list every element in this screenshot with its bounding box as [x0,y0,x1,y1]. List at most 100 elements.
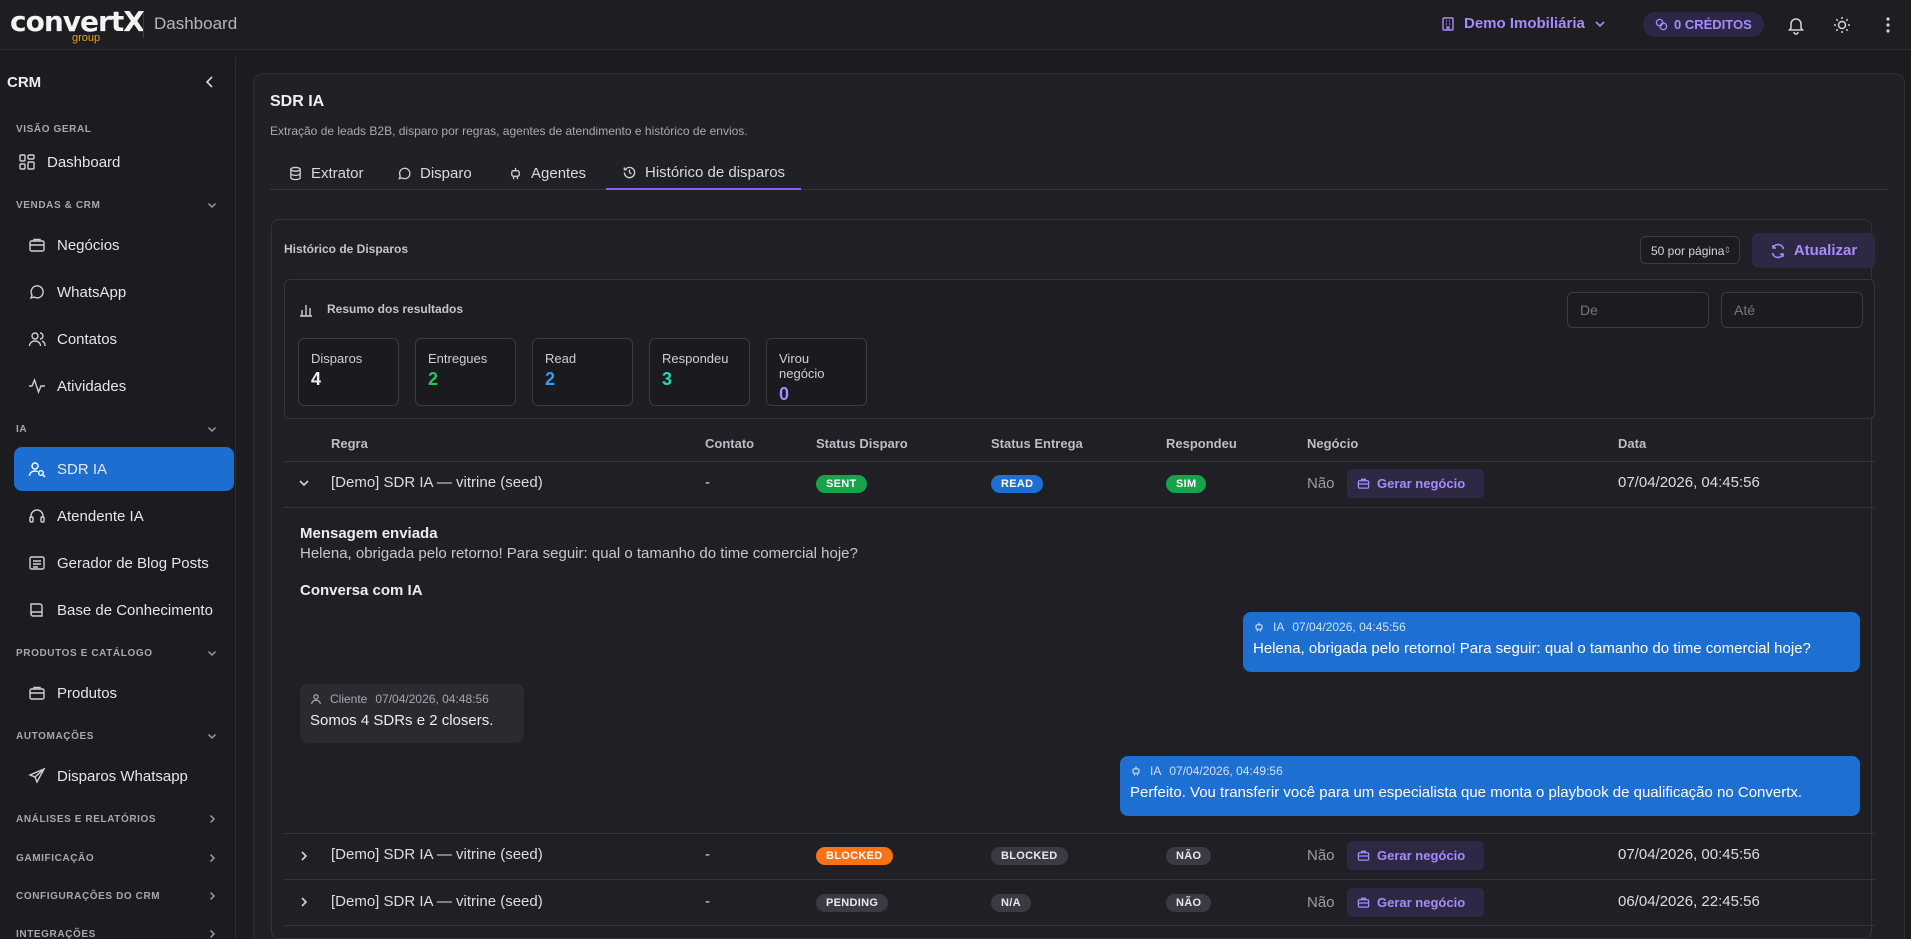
tab-dispatch-history[interactable]: Histórico de disparos [606,156,802,190]
sidebar-section-gamification[interactable]: GAMIFICAÇÃO [16,853,94,864]
sidebar-section-ia[interactable]: IA [16,424,27,435]
chevron-right-icon[interactable] [206,890,218,902]
bar-chart-icon [298,302,314,318]
row-rule[interactable]: [Demo] SDR IA — vitrine (seed) [331,474,543,491]
bell-icon[interactable] [1786,15,1806,35]
chevron-left-icon[interactable] [202,74,218,90]
row-rule[interactable]: [Demo] SDR IA — vitrine (seed) [331,893,543,910]
row-date: 07/04/2026, 00:45:56 [1618,846,1760,863]
sidebar-item-whatsapp-dispatches[interactable]: Disparos Whatsapp [28,754,188,798]
chevron-down-icon[interactable] [206,730,218,742]
sidebar-section-automations[interactable]: AUTOMAÇÕES [16,731,94,742]
row-contact: - [705,893,710,910]
message-circle-icon [397,166,412,181]
column-header-contact: Contato [705,436,755,451]
sidebar-item-blog-generator[interactable]: Gerador de Blog Posts [28,541,209,585]
status-badge: BLOCKED [816,847,893,865]
credits-badge[interactable]: 0 CRÉDITOS [1643,12,1764,37]
date-from-input[interactable]: De [1567,292,1709,328]
sidebar-item-label: Produtos [57,684,118,702]
chevron-right-icon[interactable] [206,852,218,864]
chevron-down-icon[interactable] [297,476,311,490]
message-time: 07/04/2026, 04:45:56 [1292,620,1406,634]
chevron-down-icon[interactable] [206,647,218,659]
date-to-input[interactable]: Até [1721,292,1863,328]
logo-subtext: group [72,32,101,44]
sidebar-section-sales[interactable]: VENDAS & CRM [16,200,100,211]
sidebar-section-crm-settings[interactable]: CONFIGURAÇÕES DO CRM [16,891,160,902]
chat-bubble-ia: IA 07/04/2026, 04:49:56 Perfeito. Vou tr… [1120,756,1860,816]
summary-title: Resumo dos resultados [327,302,464,316]
tab-dispatch[interactable]: Disparo [397,156,472,190]
sun-icon[interactable] [1832,15,1852,35]
message-text: Helena, obrigada pelo retorno! Para segu… [1253,640,1811,657]
per-page-select[interactable]: 50 por página ⇕ [1640,236,1740,264]
stat-value: 2 [545,369,556,389]
logo[interactable]: convertX group [10,6,145,46]
more-vertical-icon[interactable] [1878,15,1898,35]
generate-deal-label: Gerar negócio [1377,895,1466,910]
conversation-label: Conversa com IA [300,582,423,599]
chevron-down-icon[interactable] [206,423,218,435]
stat-value: 3 [662,369,673,389]
table-divider [284,833,1875,834]
stat-value: 2 [428,369,439,389]
sidebar-item-dashboard[interactable]: Dashboard [18,140,120,184]
sidebar-item-products[interactable]: Produtos [28,671,117,715]
sidebar-item-activities[interactable]: Atividades [28,364,126,408]
chevron-down-icon[interactable] [206,199,218,211]
stat-label: Read [545,351,577,366]
stat-label: Entregues [428,351,488,366]
stat-value: 0 [779,384,790,404]
refresh-button[interactable]: Atualizar [1752,233,1875,268]
status-badge: NÃO [1166,847,1212,865]
message-circle-icon [28,283,46,301]
sidebar-item-ai-attendant[interactable]: Atendente IA [28,494,144,538]
row-rule[interactable]: [Demo] SDR IA — vitrine (seed) [331,846,543,863]
row-date: 07/04/2026, 04:45:56 [1618,474,1760,491]
table-divider [284,925,1875,926]
row-contact: - [705,846,710,863]
sidebar-item-deals[interactable]: Negócios [28,223,120,267]
sidebar-item-label: Negócios [57,236,120,254]
sidebar-section-integrations[interactable]: INTEGRAÇÕES [16,929,96,939]
book-icon [28,601,46,619]
sidebar-item-knowledge-base[interactable]: Base de Conhecimento [28,588,213,632]
stat-value: 4 [311,369,322,389]
sidebar-item-contacts[interactable]: Contatos [28,317,117,361]
package-icon [28,684,46,702]
table-divider [284,879,1875,880]
column-header-dispatch-status: Status Disparo [816,436,908,451]
sidebar-item-label: SDR IA [57,460,108,478]
chevron-down-icon [1593,17,1607,31]
generate-deal-button[interactable]: Gerar negócio [1347,469,1484,498]
sidebar-item-whatsapp[interactable]: WhatsApp [28,270,126,314]
coins-icon [1655,18,1668,31]
org-selector[interactable]: Demo Imobiliária [1440,15,1607,32]
chevron-right-icon[interactable] [206,813,218,825]
sidebar-section-products[interactable]: PRODUTOS E CATÁLOGO [16,648,153,659]
sidebar-item-sdr-ia[interactable]: SDR IA [28,447,107,491]
status-badge: PENDING [816,894,889,912]
generate-deal-button[interactable]: Gerar negócio [1347,888,1484,917]
page-subtitle: Extração de leads B2B, disparo por regra… [270,124,748,138]
tab-extractor[interactable]: Extrator [288,156,364,190]
chevron-right-icon[interactable] [206,928,218,939]
tab-agents[interactable]: Agentes [508,156,586,190]
chevron-right-icon[interactable] [297,895,311,909]
user-icon [310,693,322,705]
stat-card-became-deal: Virou negócio 0 [766,338,867,406]
row-deal: Não [1307,475,1335,492]
column-header-delivery-status: Status Entrega [991,436,1083,451]
refresh-label: Atualizar [1793,242,1858,259]
generate-deal-button[interactable]: Gerar negócio [1347,841,1484,870]
header-title: Dashboard [154,14,238,33]
chevron-right-icon[interactable] [297,849,311,863]
sidebar-item-label: Dashboard [47,153,121,171]
sidebar-section-analytics[interactable]: ANÁLISES E RELATÓRIOS [16,814,156,825]
user-search-icon [28,460,46,478]
building-icon [1440,16,1456,32]
briefcase-icon [1357,849,1370,862]
history-icon [622,165,637,180]
tab-bar: Extrator Disparo Agentes Histórico de di… [270,156,1888,190]
